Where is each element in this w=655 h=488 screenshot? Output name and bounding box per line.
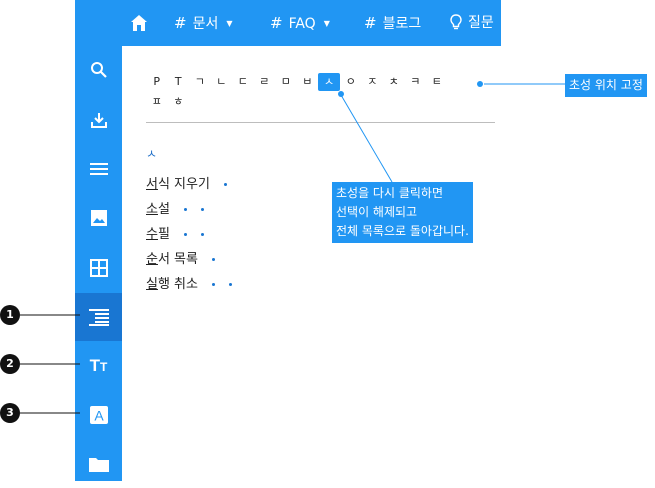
step-badge: 2: [0, 354, 20, 374]
step-badge: 3: [0, 403, 20, 423]
pin-callout: 초성 위치 고정: [565, 74, 647, 97]
toggle-callout: 초성을 다시 클릭하면 선택이 해제되고 전체 목록으로 돌아갑니다.: [332, 182, 473, 243]
step-badge: 1: [0, 305, 20, 325]
callout-leaders: [20, 81, 565, 414]
